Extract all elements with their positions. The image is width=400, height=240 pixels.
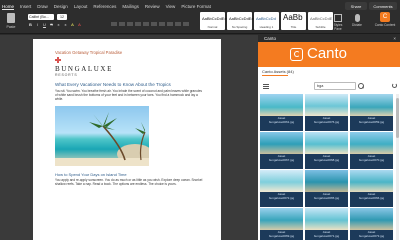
beach-photo[interactable] <box>55 106 149 166</box>
underline-button[interactable]: U <box>42 22 47 27</box>
search-input[interactable]: bga <box>314 82 356 90</box>
document-heading-2: How to Spend Your Days on Island Time <box>55 172 127 177</box>
document-title: Vacation Getaway Tropical Paradise <box>55 50 123 55</box>
tab-home[interactable]: Home <box>2 4 15 10</box>
asset-tile[interactable]: Asset bungaluxe0066.jpg <box>350 170 393 207</box>
asset-tile[interactable]: Asset bungaluxe0067.jpg <box>260 132 303 169</box>
styles-pane-icon <box>334 14 342 22</box>
panel-title: Canto <box>264 36 277 41</box>
asset-tile[interactable]: Asset bungaluxe0076.jpg <box>305 94 348 131</box>
style-heading-1[interactable]: AaBbCcDd Heading 1 <box>254 12 279 30</box>
menu-icon[interactable] <box>263 84 269 89</box>
bullets-icon[interactable] <box>111 22 117 26</box>
format-buttons: B I U S x x A A <box>28 22 82 27</box>
strikethrough-button[interactable]: S <box>49 22 54 27</box>
document-paragraph: You sit. You swim. You breathe fresh air… <box>55 89 202 101</box>
clipboard-icon <box>7 13 15 23</box>
asset-grid: Asset bungaluxe0061.jpg Asset bungaluxe007… <box>260 94 396 240</box>
canto-panel: Canto × Canto Canto Assets (84) bga Asse… <box>258 35 400 240</box>
share-button[interactable]: Share <box>345 2 367 10</box>
style-no-spacing[interactable]: AaBbCcDdEe No Spacing <box>227 12 254 30</box>
search-icon[interactable] <box>358 83 364 89</box>
canto-icon: C <box>380 12 390 22</box>
tab-design[interactable]: Design <box>54 4 68 9</box>
outdent-icon[interactable] <box>135 22 141 26</box>
style-subtitle[interactable]: AaBbCcDdE Subtitle <box>308 12 333 30</box>
styles-pane-label: Styles Pane <box>333 23 343 31</box>
align-right-icon[interactable] <box>183 22 189 26</box>
style-normal[interactable]: AaBbCcDdEe Normal <box>200 12 227 30</box>
canto-logo-icon <box>290 48 303 61</box>
asset-tile[interactable]: Asset bungaluxe0068.jpg <box>305 132 348 169</box>
asset-tile[interactable]: Asset bungaluxe0072.jpg <box>260 170 303 207</box>
ribbon-tabs: Home Insert Draw Design Layout Reference… <box>2 2 211 11</box>
font-controls: Calibri (Bo... 12 <box>28 14 67 20</box>
canto-content-label: Canto Content <box>374 23 396 27</box>
tab-layout[interactable]: Layout <box>74 4 88 9</box>
font-color-button[interactable]: A <box>77 22 82 27</box>
document-page[interactable]: Vacation Getaway Tropical Paradise BUNGA… <box>33 39 221 240</box>
brand-subtitle: RESORTS <box>55 73 78 77</box>
document-heading: What Every Vacationer Needs to Know Abou… <box>55 82 171 87</box>
font-size-select[interactable]: 12 <box>57 14 67 20</box>
asset-tile[interactable]: Asset bungaluxe0065.jpg <box>305 170 348 207</box>
asset-tile[interactable]: Asset bungaluxe0071.jpg <box>305 208 348 240</box>
scrollbar-thumb[interactable] <box>396 98 399 138</box>
panel-scrollbar[interactable] <box>396 94 399 240</box>
assets-label[interactable]: Canto Assets (84) <box>262 69 294 74</box>
asset-tile[interactable]: Asset bungaluxe0070.jpg <box>350 132 393 169</box>
document-paragraph-2: You apply and re-apply sunscreen. You do… <box>55 178 203 186</box>
canto-content-button[interactable]: C Canto Content <box>374 12 396 32</box>
tab-insert[interactable]: Insert <box>20 4 31 9</box>
align-center-icon[interactable] <box>175 22 181 26</box>
asset-tile[interactable]: Asset bungaluxe0061.jpg <box>260 94 303 131</box>
tab-draw[interactable]: Draw <box>37 4 48 9</box>
beach-photo-illustration <box>55 112 149 166</box>
word-window: Home Insert Draw Design Layout Reference… <box>0 0 400 240</box>
subscript-button[interactable]: x <box>56 22 61 27</box>
brand-cross-icon <box>55 57 61 63</box>
tab-picture-format[interactable]: Picture Format <box>181 4 211 9</box>
italic-button[interactable]: I <box>35 22 40 27</box>
microphone-icon <box>354 14 360 22</box>
font-name-select[interactable]: Calibri (Bo... <box>28 14 54 20</box>
styles-pane-button[interactable]: Styles Pane <box>331 14 345 31</box>
tab-references[interactable]: References <box>93 4 116 9</box>
tab-view[interactable]: View <box>166 4 176 9</box>
superscript-button[interactable]: x <box>63 22 68 27</box>
style-title[interactable]: AaBb Title <box>281 12 306 30</box>
highlight-button[interactable]: A <box>70 22 75 27</box>
refresh-icon[interactable] <box>392 83 397 88</box>
canto-brand: Canto <box>307 45 348 62</box>
paragraph-controls <box>110 14 196 44</box>
brand-name: BUNGALUXE <box>55 65 113 73</box>
tab-review[interactable]: Review <box>145 4 160 9</box>
ribbon: Home Insert Draw Design Layout Reference… <box>0 0 400 44</box>
indent-icon[interactable] <box>143 22 149 26</box>
close-icon[interactable]: × <box>393 36 396 41</box>
panel-header: Canto × <box>258 35 400 42</box>
asset-tile[interactable]: Asset bungaluxe0073.jpg <box>350 208 393 240</box>
sort-icon[interactable] <box>151 22 157 26</box>
tab-mailings[interactable]: Mailings <box>122 4 139 9</box>
bold-button[interactable]: B <box>28 22 33 27</box>
paste-button[interactable]: Paste <box>4 13 18 31</box>
align-left-icon[interactable] <box>167 22 173 26</box>
pilcrow-icon[interactable] <box>159 22 165 26</box>
dictate-label: Dictate <box>352 23 362 27</box>
asset-tile[interactable]: Asset bungaluxe0069.jpg <box>260 208 303 240</box>
numbering-icon[interactable] <box>119 22 125 26</box>
canto-banner: Canto <box>258 42 400 67</box>
styles-gallery: AaBbCcDdEe Normal AaBbCcDdEe No Spacing Aa… <box>200 12 333 30</box>
multilevel-icon[interactable] <box>127 22 133 26</box>
asset-tile[interactable]: Asset bungaluxe0059.jpg <box>350 94 393 131</box>
assets-tab-underline <box>262 75 288 76</box>
dictate-button[interactable]: Dictate <box>350 14 364 30</box>
comments-button[interactable]: Comments <box>369 2 397 10</box>
paste-label: Paste <box>6 25 16 29</box>
